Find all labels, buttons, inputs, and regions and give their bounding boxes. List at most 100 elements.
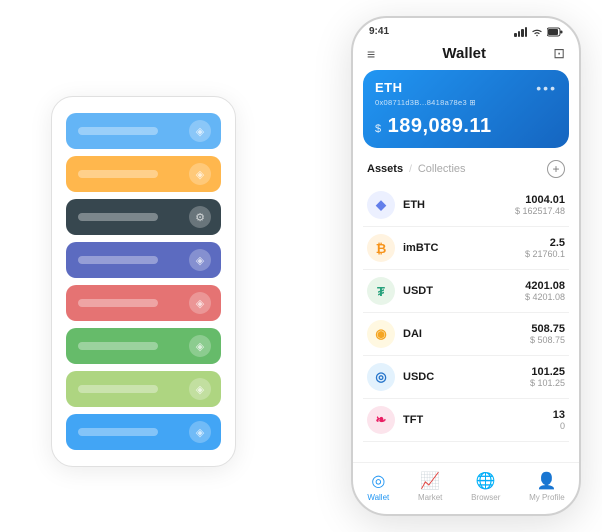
- asset-icon: ◎: [367, 363, 395, 391]
- menu-icon[interactable]: ≡: [367, 46, 375, 62]
- asset-item[interactable]: ₿ imBTC2.5$ 21760.1: [363, 227, 569, 270]
- stack-card[interactable]: ◈: [66, 328, 221, 364]
- status-icons: [514, 27, 563, 37]
- nav-label-market: Market: [418, 493, 442, 502]
- asset-amounts: 508.75$ 508.75: [530, 323, 565, 345]
- scene: ◈ ◈ ⚙ ◈ ◈ ◈ ◈ ◈ 9:41: [21, 16, 581, 516]
- stack-card[interactable]: ◈: [66, 156, 221, 192]
- assets-header: Assets / Collecties +: [353, 156, 579, 184]
- asset-icon: ₿: [367, 234, 395, 262]
- asset-amount: 4201.08: [525, 280, 565, 292]
- stack-card-label: [78, 385, 158, 393]
- eth-card[interactable]: ETH ••• 0x08711d3B...8418a78e3 ⊞ $ 189,0…: [363, 70, 569, 148]
- stack-card-icon: ◈: [189, 335, 211, 357]
- asset-icon: ₮: [367, 277, 395, 305]
- stack-card-label: [78, 213, 158, 221]
- stack-card[interactable]: ◈: [66, 414, 221, 450]
- eth-card-currency: $: [375, 123, 381, 135]
- stack-card-label: [78, 127, 158, 135]
- stack-card-label: [78, 170, 158, 178]
- stack-card[interactable]: ◈: [66, 371, 221, 407]
- stack-card-icon: ◈: [189, 421, 211, 443]
- stack-card-label: [78, 428, 158, 436]
- nav-item-wallet[interactable]: ◎ Wallet: [367, 471, 389, 502]
- asset-item[interactable]: ◎ USDC101.25$ 101.25: [363, 356, 569, 399]
- eth-card-top: ETH •••: [375, 80, 557, 96]
- asset-name: ETH: [403, 199, 515, 211]
- signal-icon: [514, 27, 527, 37]
- asset-amounts: 101.25$ 101.25: [530, 366, 565, 388]
- bottom-nav: ◎ Wallet 📈Market 🌐 Browser 👤 My Profile: [353, 462, 579, 514]
- tab-assets[interactable]: Assets: [367, 163, 403, 175]
- expand-icon[interactable]: ⊡: [553, 45, 565, 62]
- eth-card-more-icon[interactable]: •••: [536, 80, 557, 96]
- stack-card-label: [78, 342, 158, 350]
- header-title: Wallet: [442, 45, 486, 62]
- battery-icon: [547, 27, 563, 37]
- stack-card-icon: ⚙: [189, 206, 211, 228]
- asset-amount: 101.25: [530, 366, 565, 378]
- nav-icon-my-profile: 👤: [537, 471, 557, 491]
- tab-collecties[interactable]: Collecties: [418, 163, 466, 175]
- asset-name: USDT: [403, 285, 525, 297]
- asset-item[interactable]: ❧ TFT130: [363, 399, 569, 442]
- stack-card-icon: ◈: [189, 292, 211, 314]
- tab-separator: /: [409, 164, 412, 175]
- nav-icon-browser: 🌐: [476, 471, 496, 491]
- phone-header: ≡ Wallet ⊡: [353, 41, 579, 70]
- add-asset-button[interactable]: +: [547, 160, 565, 178]
- stack-card-icon: ◈: [189, 120, 211, 142]
- asset-amounts: 4201.08$ 4201.08: [525, 280, 565, 302]
- asset-icon: ◉: [367, 320, 395, 348]
- nav-label-browser: Browser: [471, 493, 500, 502]
- asset-usd: $ 21760.1: [525, 249, 565, 259]
- asset-item[interactable]: ₮ USDT4201.08$ 4201.08: [363, 270, 569, 313]
- card-stack: ◈ ◈ ⚙ ◈ ◈ ◈ ◈ ◈: [51, 96, 236, 467]
- asset-amount: 508.75: [530, 323, 565, 335]
- stack-card[interactable]: ◈: [66, 113, 221, 149]
- asset-name: imBTC: [403, 242, 525, 254]
- asset-usd: $ 162517.48: [515, 206, 565, 216]
- status-bar: 9:41: [353, 18, 579, 41]
- asset-usd: 0: [553, 421, 565, 431]
- eth-card-balance-row: $ 189,089.11: [375, 115, 557, 138]
- eth-card-address: 0x08711d3B...8418a78e3 ⊞: [375, 98, 557, 107]
- asset-name: TFT: [403, 414, 553, 426]
- stack-card[interactable]: ◈: [66, 285, 221, 321]
- stack-card-icon: ◈: [189, 163, 211, 185]
- stack-card-icon: ◈: [189, 249, 211, 271]
- stack-card[interactable]: ◈: [66, 242, 221, 278]
- stack-card-label: [78, 299, 158, 307]
- asset-list: ◆ ETH1004.01$ 162517.48 ₿ imBTC2.5$ 21760.1…: [353, 184, 579, 462]
- asset-usd: $ 508.75: [530, 335, 565, 345]
- nav-label-wallet: Wallet: [367, 493, 389, 502]
- nav-item-market[interactable]: 📈Market: [418, 471, 442, 502]
- wifi-icon: [531, 27, 543, 37]
- nav-item-browser[interactable]: 🌐 Browser: [471, 471, 500, 502]
- eth-card-name: ETH: [375, 80, 403, 95]
- asset-usd: $ 101.25: [530, 378, 565, 388]
- assets-tabs: Assets / Collecties: [367, 163, 466, 175]
- asset-item[interactable]: ◆ ETH1004.01$ 162517.48: [363, 184, 569, 227]
- asset-amount: 13: [553, 409, 565, 421]
- stack-card-label: [78, 256, 158, 264]
- status-time: 9:41: [369, 26, 389, 37]
- asset-amount: 2.5: [525, 237, 565, 249]
- asset-name: DAI: [403, 328, 530, 340]
- stack-card[interactable]: ⚙: [66, 199, 221, 235]
- asset-usd: $ 4201.08: [525, 292, 565, 302]
- stack-card-icon: ◈: [189, 378, 211, 400]
- asset-item[interactable]: ◉ DAI508.75$ 508.75: [363, 313, 569, 356]
- nav-icon-wallet: ◎: [371, 471, 385, 491]
- asset-amounts: 130: [553, 409, 565, 431]
- asset-amount: 1004.01: [515, 194, 565, 206]
- nav-label-my-profile: My Profile: [529, 493, 565, 502]
- asset-icon: ❧: [367, 406, 395, 434]
- nav-item-my-profile[interactable]: 👤 My Profile: [529, 471, 565, 502]
- asset-amounts: 2.5$ 21760.1: [525, 237, 565, 259]
- eth-card-balance: 189,089.11: [388, 115, 492, 137]
- asset-amounts: 1004.01$ 162517.48: [515, 194, 565, 216]
- asset-icon: ◆: [367, 191, 395, 219]
- phone-frame: 9:41: [351, 16, 581, 516]
- asset-name: USDC: [403, 371, 530, 383]
